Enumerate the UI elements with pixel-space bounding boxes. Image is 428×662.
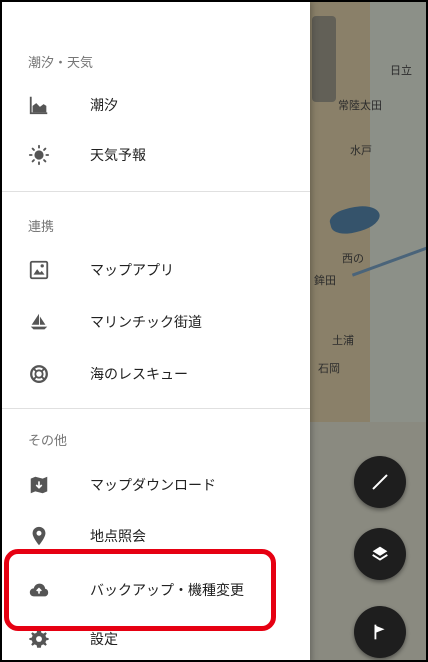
menu-item-label: マップダウンロード [90, 478, 216, 494]
map-label: 鉾田 [314, 274, 336, 287]
location-pin-icon [28, 525, 50, 547]
section-title-tide-weather: 潮汐・天気 [28, 56, 94, 71]
menu-item-label: 潮汐 [90, 98, 118, 114]
menu-item-location-lookup[interactable]: 地点照会 [2, 511, 310, 561]
sun-icon [28, 144, 50, 166]
menu-item-label: 地点照会 [90, 529, 146, 545]
app-frame: 日立 常陸太田 水戸 西の 鉾田 土浦 石岡 潮汐・天気 潮汐 天気予報 連携 … [0, 0, 428, 662]
section-divider [2, 408, 310, 409]
menu-item-weather[interactable]: 天気予報 [2, 130, 310, 180]
map-label: 西の [342, 252, 364, 265]
menu-item-label: 天気予報 [90, 148, 146, 164]
flag-icon [374, 624, 385, 640]
map-label: 水戸 [350, 144, 372, 157]
tide-chart-icon [28, 94, 50, 116]
map-view[interactable]: 日立 常陸太田 水戸 西の 鉾田 土浦 石岡 [310, 2, 426, 660]
menu-item-label: バックアップ・機種変更 [90, 583, 244, 599]
menu-item-label: マップアプリ [90, 263, 174, 279]
menu-item-marine-road[interactable]: マリンチック街道 [2, 297, 310, 347]
ruler-button[interactable] [354, 456, 406, 508]
section-title-integration: 連携 [28, 220, 55, 235]
map-label: 日立 [390, 64, 412, 77]
map-image-icon [28, 259, 50, 281]
cloud-upload-icon [28, 579, 50, 601]
ruler-icon [372, 474, 388, 490]
gear-icon [28, 628, 50, 650]
menu-item-label: 海のレスキュー [90, 367, 188, 383]
menu-item-label: 設定 [90, 632, 118, 648]
menu-item-map-download[interactable]: マップダウンロード [2, 460, 310, 510]
map-side-control[interactable] [312, 16, 336, 102]
menu-item-settings[interactable]: 設定 [2, 614, 310, 660]
section-divider [2, 191, 310, 192]
map-label: 石岡 [318, 362, 340, 375]
menu-item-label: マリンチック街道 [90, 315, 202, 331]
section-title-others: その他 [28, 434, 68, 449]
menu-item-tide[interactable]: 潮汐 [2, 80, 310, 130]
menu-item-backup[interactable]: バックアップ・機種変更 [2, 565, 310, 615]
menu-item-sea-rescue[interactable]: 海のレスキュー [2, 349, 310, 399]
layers-button[interactable] [354, 528, 406, 580]
navigation-drawer: 潮汐・天気 潮汐 天気予報 連携 マップアプリ マリンチック街道 海のレスキュー… [2, 2, 310, 660]
layers-icon [372, 546, 388, 561]
menu-item-map-app[interactable]: マップアプリ [2, 245, 310, 295]
map-download-icon [28, 474, 50, 496]
map-label: 常陸太田 [338, 99, 382, 112]
flag-button[interactable] [354, 606, 406, 658]
map-label: 土浦 [332, 334, 354, 347]
sailboat-icon [28, 311, 50, 333]
life-ring-icon [28, 363, 50, 385]
